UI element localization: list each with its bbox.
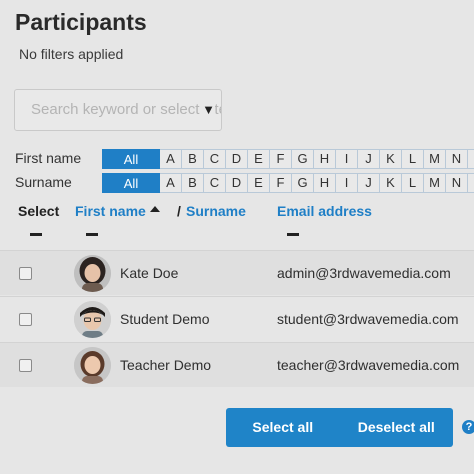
select-all-button[interactable]: Select all: [226, 408, 340, 447]
email-column-collapse-icon[interactable]: [287, 233, 299, 236]
participant-email: teacher@3rdwavemedia.com: [277, 357, 460, 373]
first-name-letter-c[interactable]: C: [204, 149, 226, 169]
first-name-all-button[interactable]: All: [102, 149, 160, 169]
surname-letter-n[interactable]: N: [446, 173, 468, 193]
table-row: Student Demo student@3rdwavemedia.com: [0, 296, 474, 341]
surname-sort-link[interactable]: Surname: [186, 203, 246, 219]
participant-name[interactable]: Kate Doe: [120, 265, 178, 281]
first-name-letter-n[interactable]: N: [446, 149, 468, 169]
surname-letter-j[interactable]: J: [358, 173, 380, 193]
search-input[interactable]: Search keyword or select filter ▼: [14, 89, 222, 131]
surname-letter-l[interactable]: L: [402, 173, 424, 193]
row-checkbox[interactable]: [19, 313, 32, 326]
table-row: Teacher Demo teacher@3rdwavemedia.com: [0, 342, 474, 387]
first-name-filter-label: First name: [15, 150, 82, 166]
first-name-letter-j[interactable]: J: [358, 149, 380, 169]
first-name-letter-m[interactable]: M: [424, 149, 446, 169]
surname-letter-f[interactable]: F: [270, 173, 292, 193]
surname-letter-d[interactable]: D: [226, 173, 248, 193]
surname-initials-bar: AllABCDEFGHIJKLMNO: [102, 173, 474, 193]
surname-letter-o[interactable]: O: [468, 173, 474, 193]
avatar[interactable]: [74, 255, 111, 292]
email-sort-link[interactable]: Email address: [277, 203, 372, 219]
first-name-letter-g[interactable]: G: [292, 149, 314, 169]
first-name-initials-bar: AllABCDEFGHIJKLMNO: [102, 149, 474, 169]
surname-letter-i[interactable]: I: [336, 173, 358, 193]
row-checkbox[interactable]: [19, 267, 32, 280]
avatar[interactable]: [74, 301, 111, 338]
header-separator: /: [177, 203, 181, 219]
first-name-letter-d[interactable]: D: [226, 149, 248, 169]
surname-letter-k[interactable]: K: [380, 173, 402, 193]
first-name-letter-h[interactable]: H: [314, 149, 336, 169]
bulk-select-buttons: Select all Deselect all: [226, 408, 453, 447]
first-name-letter-e[interactable]: E: [248, 149, 270, 169]
search-placeholder: Search keyword or select filter: [31, 101, 222, 118]
first-name-letter-k[interactable]: K: [380, 149, 402, 169]
first-name-letter-o[interactable]: O: [468, 149, 474, 169]
caret-down-icon[interactable]: ▼: [200, 102, 215, 117]
first-name-sort-link[interactable]: First name: [75, 203, 146, 219]
row-checkbox[interactable]: [19, 359, 32, 372]
surname-filter-label: Surname: [15, 174, 72, 190]
select-column-header: Select: [18, 203, 60, 219]
name-column-collapse-icon[interactable]: [86, 233, 98, 236]
deselect-all-button[interactable]: Deselect all: [340, 408, 454, 447]
question-circle-icon[interactable]: ?: [462, 420, 474, 434]
sort-ascending-icon: [150, 206, 160, 212]
surname-letter-a[interactable]: A: [160, 173, 182, 193]
first-name-letter-a[interactable]: A: [160, 149, 182, 169]
page-title: Participants: [15, 9, 147, 35]
first-name-letter-f[interactable]: F: [270, 149, 292, 169]
participant-name[interactable]: Student Demo: [120, 311, 210, 327]
surname-letter-c[interactable]: C: [204, 173, 226, 193]
surname-letter-h[interactable]: H: [314, 173, 336, 193]
first-name-letter-i[interactable]: I: [336, 149, 358, 169]
surname-letter-e[interactable]: E: [248, 173, 270, 193]
avatar[interactable]: [74, 347, 111, 384]
first-name-letter-l[interactable]: L: [402, 149, 424, 169]
table-row: Kate Doe admin@3rdwavemedia.com: [0, 250, 474, 295]
filters-status: No filters applied: [19, 46, 124, 62]
surname-all-button[interactable]: All: [102, 173, 160, 193]
participant-email: student@3rdwavemedia.com: [277, 311, 459, 327]
participant-name[interactable]: Teacher Demo: [120, 357, 211, 373]
surname-letter-m[interactable]: M: [424, 173, 446, 193]
surname-letter-b[interactable]: B: [182, 173, 204, 193]
first-name-letter-b[interactable]: B: [182, 149, 204, 169]
select-column-collapse-icon[interactable]: [30, 233, 42, 236]
surname-letter-g[interactable]: G: [292, 173, 314, 193]
participant-email: admin@3rdwavemedia.com: [277, 265, 451, 281]
